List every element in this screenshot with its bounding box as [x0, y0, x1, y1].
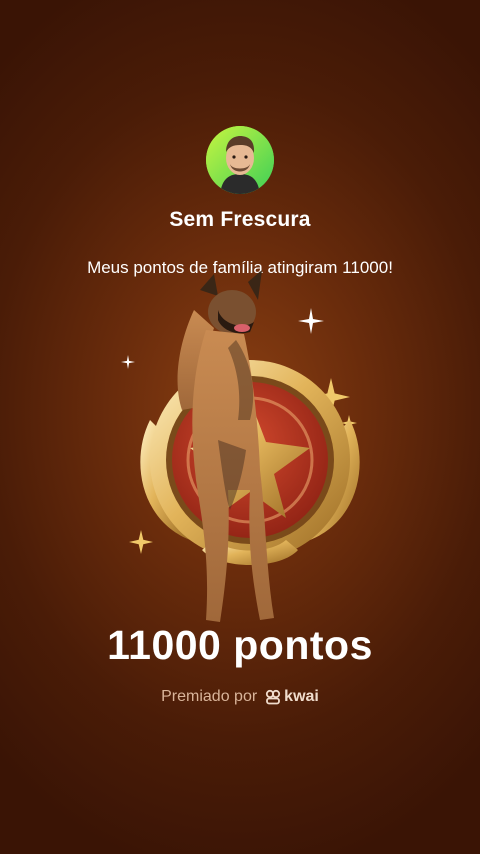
kwai-logo-icon	[266, 689, 281, 705]
kwai-brand: kwai	[265, 688, 319, 706]
achievement-badge	[140, 270, 360, 622]
profile-name: Sem Frescura	[169, 208, 311, 231]
points-total: 11000 pontos	[107, 622, 373, 668]
person-avatar-icon	[206, 126, 274, 194]
awarded-by-footer: Premiado por kwai	[0, 688, 480, 706]
profile-avatar[interactable]	[206, 126, 274, 194]
kwai-brand-label: kwai	[284, 688, 319, 705]
awarded-by-label: Premiado por	[161, 688, 258, 705]
